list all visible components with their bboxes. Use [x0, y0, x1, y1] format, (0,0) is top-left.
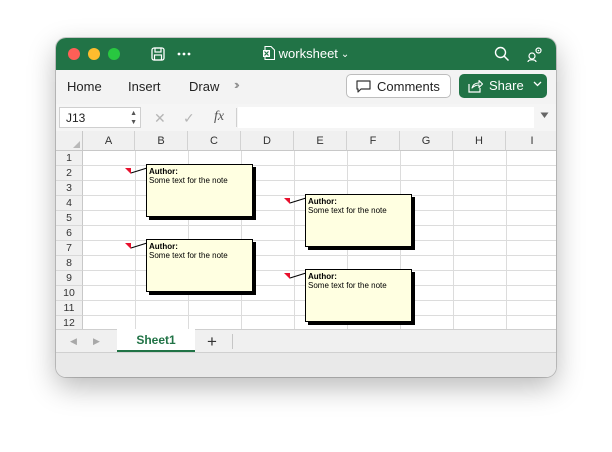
excel-document-icon [262, 46, 275, 60]
expand-formula-bar-icon[interactable] [540, 112, 549, 119]
note-indicator-b7-icon[interactable] [125, 243, 131, 249]
status-bar [56, 352, 556, 377]
note-author: Author: [149, 167, 178, 176]
ribbon: Home Insert Draw ›› Comments Share [56, 70, 556, 105]
share-chevron-down-icon [533, 81, 542, 87]
note-connector-b2 [130, 167, 148, 174]
window-title[interactable]: worksheet ⌄ [56, 46, 556, 61]
next-sheet-icon[interactable]: ▶ [93, 336, 100, 347]
share-button-label: Share [489, 78, 524, 93]
comments-button-label: Comments [377, 79, 440, 94]
note-b7[interactable]: Author: Some text for the note [146, 239, 253, 292]
title-chevron-down-icon[interactable]: ⌄ [341, 49, 349, 60]
title-bar: worksheet ⌄ [56, 38, 556, 70]
name-box[interactable]: J13 ▲ ▼ [59, 107, 141, 128]
previous-sheet-icon[interactable]: ◀ [70, 336, 77, 347]
formula-bar: J13 ▲ ▼ ✕ ✓ fx [56, 104, 556, 132]
name-box-value: J13 [66, 111, 86, 125]
note-indicator-b2-icon[interactable] [125, 168, 131, 174]
note-text: Some text for the note [149, 176, 228, 185]
note-connector-e9 [289, 272, 307, 279]
name-box-stepper-icon[interactable]: ▲ ▼ [130, 109, 137, 127]
note-connector-b7 [130, 242, 148, 249]
excel-window: worksheet⌄ Home Insert Draw ›› Comments [56, 38, 556, 377]
note-connector-e4 [289, 197, 307, 204]
search-icon[interactable] [494, 46, 510, 62]
note-author: Author: [308, 272, 337, 281]
note-e9[interactable]: Author: Some text for the note [305, 269, 412, 322]
share-button[interactable]: Share [459, 74, 547, 98]
add-sheet-icon[interactable]: + [207, 332, 217, 352]
note-author: Author: [308, 197, 337, 206]
note-b2[interactable]: Author: Some text for the note [146, 164, 253, 217]
formula-input[interactable] [238, 107, 534, 128]
tab-bar-divider [232, 334, 233, 349]
note-text: Some text for the note [308, 281, 387, 290]
comments-button[interactable]: Comments [346, 74, 451, 98]
sheet-tab-sheet1[interactable]: Sheet1 [117, 329, 195, 352]
worksheet-grid: A B C D E F G H I 1 2 3 4 5 6 7 8 9 10 1… [56, 131, 556, 329]
tab-home[interactable]: Home [67, 79, 102, 94]
more-tabs-chevron-icon[interactable]: ›› [234, 77, 239, 92]
comment-icon [356, 80, 371, 93]
tab-draw[interactable]: Draw [189, 79, 219, 94]
note-author: Author: [149, 242, 178, 251]
note-text: Some text for the note [149, 251, 228, 260]
share-icon [468, 79, 483, 93]
account-settings-icon[interactable] [527, 46, 543, 62]
cancel-formula-icon[interactable]: ✕ [154, 110, 166, 127]
tab-insert[interactable]: Insert [128, 79, 161, 94]
note-indicator-e4-icon[interactable] [284, 198, 290, 204]
formula-bar-divider [236, 108, 237, 127]
note-e4[interactable]: Author: Some text for the note [305, 194, 412, 247]
sheet-tab-bar: ◀ ▶ Sheet1 + [56, 329, 556, 353]
note-text: Some text for the note [308, 206, 387, 215]
insert-function-fx-icon[interactable]: fx [214, 109, 224, 125]
window-title-text: worksheet [278, 46, 338, 61]
note-indicator-e9-icon[interactable] [284, 273, 290, 279]
confirm-formula-icon[interactable]: ✓ [183, 110, 195, 127]
